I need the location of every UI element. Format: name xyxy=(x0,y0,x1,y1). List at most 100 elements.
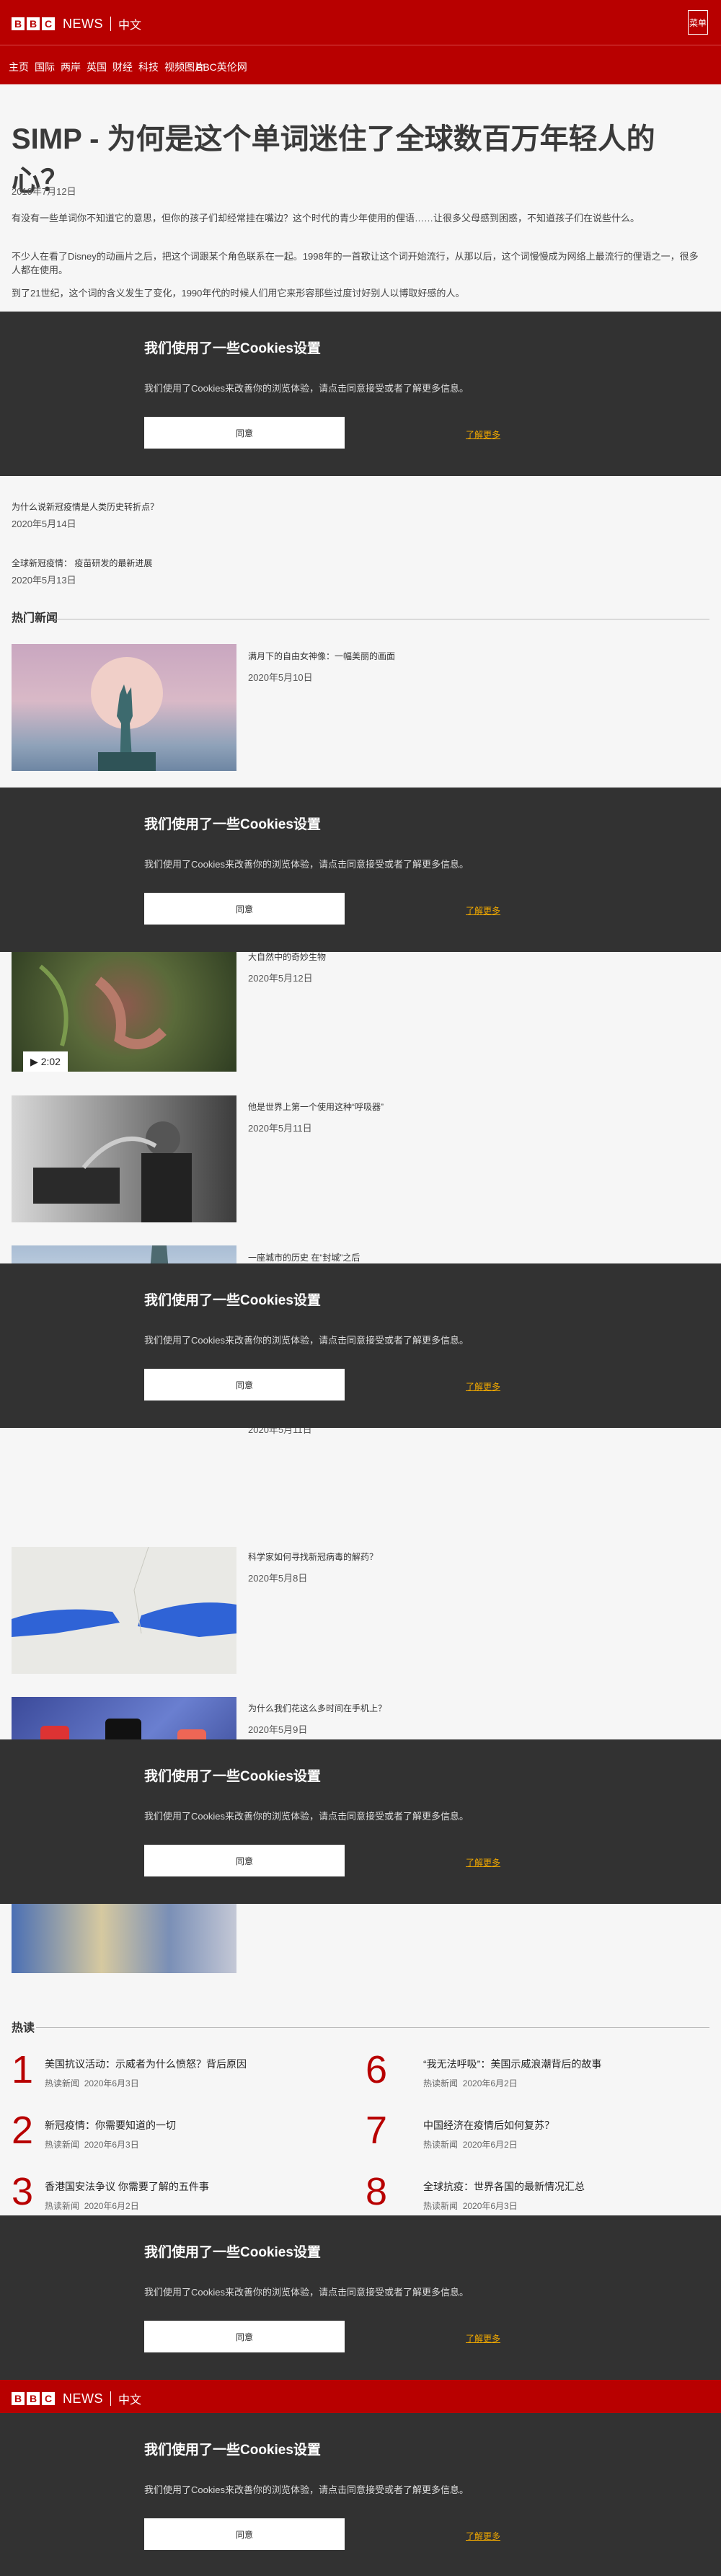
cookie-accept-button[interactable]: 同意 xyxy=(144,893,345,925)
cookie-more-link[interactable]: 了解更多 xyxy=(466,1856,500,1869)
story-thumbnail[interactable] xyxy=(12,644,236,771)
cookie-banner: 我们使用了一些Cookies设置 我们使用了Cookies来改善你的浏览体验，请… xyxy=(0,1739,721,1904)
most-read-title[interactable]: 中国经济在疫情后如何复苏？ xyxy=(423,2118,554,2132)
story-date: 2020年5月11日 xyxy=(248,1123,312,1134)
story-title[interactable]: 为什么我们花这么多时间在手机上？ xyxy=(248,1702,386,1714)
nav-item-tech[interactable]: 科技 xyxy=(138,60,159,74)
story-thumbnail[interactable] xyxy=(12,1095,236,1222)
story-thumbnail[interactable] xyxy=(12,1904,236,1973)
story-title[interactable]: 科学家如何寻找新冠病毒的解药？ xyxy=(248,1551,378,1563)
menu-button[interactable]: 菜单 xyxy=(688,10,708,35)
most-read-meta: 热读新闻 2020年6月2日 xyxy=(423,2140,518,2150)
section-heading-most-read: 热读 xyxy=(12,2022,35,2034)
story-title[interactable]: 大自然中的奇妙生物 xyxy=(248,950,326,963)
most-read-title[interactable]: “我无法呼吸”：美国示威浪潮背后的故事 xyxy=(423,2057,601,2071)
logo-letter: C xyxy=(42,17,55,30)
cookie-title: 我们使用了一些Cookies设置 xyxy=(144,1769,321,1784)
language-label: 中文 xyxy=(118,19,142,32)
cookie-banner: 我们使用了一些Cookies设置 我们使用了Cookies来改善你的浏览体验，请… xyxy=(0,312,721,476)
most-read-meta: 热读新闻 2020年6月3日 xyxy=(45,2140,139,2150)
language-label: 中文 xyxy=(118,2394,142,2407)
logo-divider xyxy=(110,2391,111,2406)
story-date: 2020年5月8日 xyxy=(248,1573,308,1584)
story-date: 2020年5月9日 xyxy=(248,1724,308,1735)
article-title: SIMP - 为何是这个单词迷住了全球数百万年轻人的心？ xyxy=(12,123,655,197)
article-paragraph: 有没有一些单词你不知道它的意思，但你的孩子们却经常挂在嘴边？这个时代的青少年使用… xyxy=(12,213,640,224)
cookie-banner: 我们使用了一些Cookies设置 我们使用了Cookies来改善你的浏览体验，请… xyxy=(0,2215,721,2380)
cookie-accept-button[interactable]: 同意 xyxy=(144,1845,345,1876)
play-icon: ▶ xyxy=(30,1055,41,1067)
cookie-accept-button[interactable]: 同意 xyxy=(144,2518,345,2550)
menu-icon: 菜单 xyxy=(689,17,707,28)
story-title[interactable]: 一座城市的历史 在“封城”之后 xyxy=(248,1251,360,1263)
most-read-title[interactable]: 美国抗议活动：示威者为什么愤怒？背后原因 xyxy=(45,2057,247,2071)
nav-item-finance[interactable]: 财经 xyxy=(112,60,133,74)
article-paragraph: 到了21世纪，这个词的含义发生了变化，1990年代的时候人们用它来形容那些过度讨… xyxy=(12,288,465,299)
story-thumbnail[interactable]: ▶ 2:02 xyxy=(12,952,236,1072)
story-thumbnail[interactable] xyxy=(12,1547,236,1674)
cookie-title: 我们使用了一些Cookies设置 xyxy=(144,2443,321,2458)
news-label: NEWS xyxy=(63,2391,103,2406)
cookie-more-link[interactable]: 了解更多 xyxy=(466,2332,500,2345)
nav-item-home[interactable]: 主页 xyxy=(9,60,29,74)
cookie-more-link[interactable]: 了解更多 xyxy=(466,428,500,441)
cookie-accept-button[interactable]: 同意 xyxy=(144,417,345,449)
article-date: 2019年7月12日 xyxy=(12,186,76,197)
related-link[interactable]: 全球新冠疫情： 疫苗研发的最新进展 xyxy=(12,557,152,569)
nav-item-bbc-uk[interactable]: BBC英伦网 xyxy=(196,60,247,74)
rank-number: 7 xyxy=(366,2109,388,2152)
cookie-text: 我们使用了Cookies来改善你的浏览体验，请点击同意接受或者了解更多信息。 xyxy=(144,2287,469,2298)
rank-number: 1 xyxy=(12,2048,34,2091)
most-read-meta: 热读新闻 2020年6月2日 xyxy=(423,2078,518,2088)
play-button[interactable]: ▶ 2:02 xyxy=(23,1051,68,1072)
cookie-text: 我们使用了Cookies来改善你的浏览体验，请点击同意接受或者了解更多信息。 xyxy=(144,2484,469,2495)
news-label: NEWS xyxy=(63,16,103,31)
cookie-title: 我们使用了一些Cookies设置 xyxy=(144,817,321,832)
top-bar: B B C NEWS 中文 菜单 xyxy=(0,0,721,45)
related-date: 2020年5月13日 xyxy=(12,575,76,586)
cookie-text: 我们使用了Cookies来改善你的浏览体验，请点击同意接受或者了解更多信息。 xyxy=(144,383,469,394)
cookie-text: 我们使用了Cookies来改善你的浏览体验，请点击同意接受或者了解更多信息。 xyxy=(144,1811,469,1822)
nav-bar: 主页 国际 两岸 英国 财经 科技 视频图片 BBC英伦网 xyxy=(0,45,721,84)
most-read-meta: 热读新闻 2020年6月3日 xyxy=(45,2078,139,2088)
cookie-more-link[interactable]: 了解更多 xyxy=(466,904,500,917)
cookie-accept-button[interactable]: 同意 xyxy=(144,2321,345,2352)
footer-bbc-news-logo[interactable]: B B C NEWS 中文 xyxy=(12,2390,141,2407)
logo-letter: B xyxy=(12,17,25,30)
rank-number: 3 xyxy=(12,2170,34,2213)
related-date: 2020年5月14日 xyxy=(12,519,76,529)
section-divider xyxy=(36,2027,709,2028)
logo-letter: C xyxy=(42,2392,55,2405)
story-title[interactable]: 他是世界上第一个使用这种“呼吸器” xyxy=(248,1100,384,1113)
cookie-accept-button[interactable]: 同意 xyxy=(144,1369,345,1401)
footer-bar: B B C NEWS 中文 xyxy=(0,2380,721,2413)
gloved-hands-image xyxy=(12,1547,236,1637)
story-date: 2020年5月12日 xyxy=(248,973,313,984)
cookie-banner: 我们使用了一些Cookies设置 我们使用了Cookies来改善你的浏览体验，请… xyxy=(0,2413,721,2576)
cookie-more-link[interactable]: 了解更多 xyxy=(466,1380,500,1393)
related-link[interactable]: 为什么说新冠疫情是人类历史转折点？ xyxy=(12,500,159,513)
section-heading-top-stories: 热门新闻 xyxy=(12,612,58,625)
rank-number: 8 xyxy=(366,2170,388,2213)
video-duration: 2:02 xyxy=(40,1056,61,1067)
bbc-news-logo[interactable]: B B C NEWS 中文 xyxy=(12,15,141,32)
most-read-title[interactable]: 香港国安法争议 你需要了解的五件事 xyxy=(45,2179,209,2194)
article-paragraph: 不少人在看了Disney的动画片之后，把这个词跟某个角色联系在一起。1998年的… xyxy=(12,251,699,275)
most-read-title[interactable]: 全球抗疫：世界各国的最新情况汇总 xyxy=(423,2179,585,2194)
most-read-meta: 热读新闻 2020年6月2日 xyxy=(45,2201,139,2211)
logo-letter: B xyxy=(12,2392,25,2405)
cookie-banner: 我们使用了一些Cookies设置 我们使用了Cookies来改善你的浏览体验，请… xyxy=(0,1263,721,1428)
story-title[interactable]: 满月下的自由女神像：一幅美丽的画面 xyxy=(248,650,395,662)
logo-letter: B xyxy=(27,2392,40,2405)
most-read-title[interactable]: 新冠疫情：你需要知道的一切 xyxy=(45,2118,176,2132)
nav-item-cross-strait[interactable]: 两岸 xyxy=(61,60,81,74)
rank-number: 6 xyxy=(366,2048,388,2091)
vintage-photo-image xyxy=(33,1121,192,1222)
cookie-title: 我们使用了一些Cookies设置 xyxy=(144,2245,321,2260)
logo-letter: B xyxy=(27,17,40,30)
cookie-title: 我们使用了一些Cookies设置 xyxy=(144,1293,321,1308)
cookie-text: 我们使用了Cookies来改善你的浏览体验，请点击同意接受或者了解更多信息。 xyxy=(144,1335,469,1346)
cookie-more-link[interactable]: 了解更多 xyxy=(466,2530,500,2542)
nav-item-uk[interactable]: 英国 xyxy=(87,60,107,74)
nav-item-international[interactable]: 国际 xyxy=(35,60,55,74)
